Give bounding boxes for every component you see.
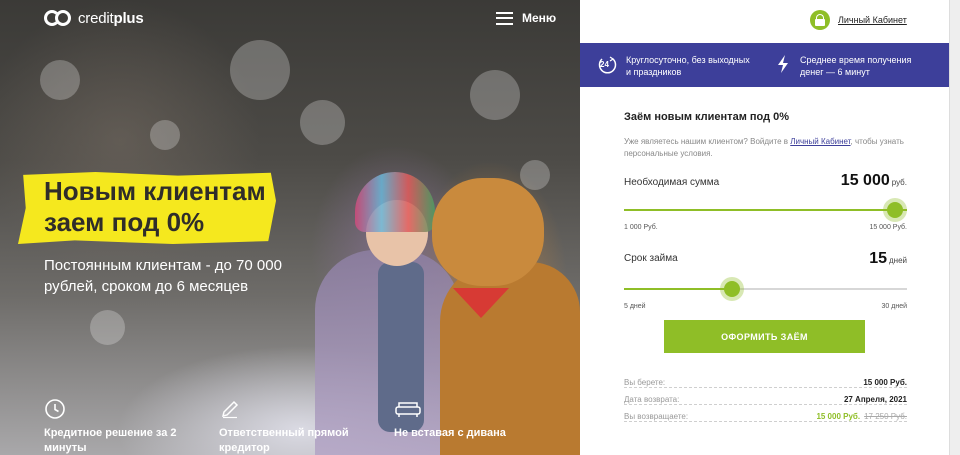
summary-take-label: Вы берете: [624, 378, 666, 387]
feature-label: Ответственный прямой кредитор [219, 427, 349, 454]
amount-min: 1 000 Руб. [624, 224, 658, 231]
amount-max: 15 000 Руб. [869, 224, 907, 231]
info-item: 24 Круглосуточно, без выходных и праздни… [596, 54, 756, 78]
summary-take-value: 15 000 Руб. [863, 378, 907, 387]
form-title: Заём новым клиентам под 0% [624, 111, 790, 123]
info-item: Среднее время получения денег — 6 минут [776, 54, 930, 78]
amount-value: 15 000 руб. [841, 172, 907, 190]
term-label: Срок займа [624, 253, 678, 264]
hamburger-icon [496, 11, 513, 25]
clock-icon [44, 398, 219, 422]
feature-item: Не вставая с дивана [394, 398, 569, 455]
lock-icon [810, 10, 830, 30]
summary-row-take: Вы берете: 15 000 Руб. [624, 373, 907, 388]
slider-handle[interactable] [720, 277, 745, 301]
term-number: 15 [869, 250, 887, 267]
apply-loan-button[interactable]: ОФОРМИТЬ ЗАЁМ [664, 320, 865, 353]
amount-label: Необходимая сумма [624, 177, 720, 188]
slider-fill [624, 209, 907, 211]
amount-slider[interactable] [624, 198, 907, 222]
features-list: Кредитное решение за 2 минуты Ответствен… [44, 398, 569, 455]
feature-label: Кредитное решение за 2 минуты [44, 427, 177, 454]
slider-handle[interactable] [883, 198, 907, 222]
term-unit: дней [888, 256, 907, 265]
logo-text: creditplus [78, 10, 144, 27]
logo-text-regular: credit [78, 9, 114, 27]
logo-text-bold: plus [113, 9, 144, 27]
form-hint-prefix: Уже являетесь нашим клиентом? Войдите в [624, 137, 788, 146]
cabinet-link-label[interactable]: Личный Кабинет [838, 15, 907, 25]
summary-date-value: 27 Апреля, 2021 [843, 395, 907, 404]
logo[interactable]: creditplus [44, 9, 144, 27]
info-bar: 24 Круглосуточно, без выходных и праздни… [580, 43, 949, 87]
term-min: 5 дней [624, 303, 646, 310]
svg-text:24: 24 [600, 60, 609, 69]
feature-item: Кредитное решение за 2 минуты [44, 398, 219, 455]
menu-label: Меню [522, 11, 557, 25]
feature-item: Ответственный прямой кредитор [219, 398, 394, 455]
term-scale: 5 дней 30 дней [624, 303, 907, 315]
cabinet-link[interactable]: Личный Кабинет [810, 10, 907, 30]
info-text: Круглосуточно, без выходных и праздников [626, 55, 750, 77]
amount-scale: 1 000 Руб. 15 000 Руб. [624, 224, 907, 236]
summary-return-old: 17 250 Руб. [864, 412, 907, 421]
loan-form: Заём новым клиентам под 0% Уже являетесь… [624, 111, 907, 315]
form-hint: Уже являетесь нашим клиентом? Войдите в … [624, 136, 907, 160]
menu-button[interactable]: Меню [496, 11, 556, 25]
lightning-icon [776, 54, 790, 74]
summary-return-value: 15 000 Руб. 17 250 Руб. [816, 412, 907, 421]
term-max: 30 дней [881, 303, 907, 310]
loan-panel: Личный Кабинет 24 Круглосуточно, без вых… [580, 0, 949, 455]
sofa-icon [394, 398, 569, 422]
term-value: 15 дней [869, 250, 907, 268]
amount-row: Необходимая сумма 15 000 руб. [624, 172, 907, 192]
info-text: Среднее время получения денег — 6 минут [800, 55, 912, 77]
summary-return-amount: 15 000 Руб. [816, 412, 861, 421]
summary-row-date: Дата возврата: 27 Апреля, 2021 [624, 390, 907, 405]
amount-unit: руб. [891, 178, 907, 187]
term-slider[interactable] [624, 277, 907, 301]
hero-banner: creditplus Меню Новым клиентам заем под … [0, 0, 580, 455]
logo-icon [44, 9, 72, 27]
summary-row-return: Вы возвращаете: 15 000 Руб. 17 250 Руб. [624, 407, 907, 422]
photo-dog-head [432, 178, 544, 286]
summary-date-label: Дата возврата: [624, 395, 680, 404]
form-hint-link[interactable]: Личный Кабинет [790, 137, 850, 146]
24-hours-icon: 24 [596, 54, 617, 74]
summary-return-label: Вы возвращаете: [624, 412, 689, 421]
loan-summary: Вы берете: 15 000 Руб. Дата возврата: 27… [624, 373, 907, 424]
term-row: Срок займа 15 дней [624, 250, 907, 270]
amount-number: 15 000 [840, 172, 890, 189]
promo-title: Новым клиентам заем под 0% [44, 176, 266, 237]
hero-subtitle: Постоянным клиентам - до 70 000 рублей, … [44, 257, 282, 295]
scrollbar[interactable] [949, 0, 960, 455]
feature-label: Не вставая с дивана [394, 427, 506, 439]
photo-girl-hat [355, 172, 435, 232]
pencil-icon [219, 398, 394, 422]
